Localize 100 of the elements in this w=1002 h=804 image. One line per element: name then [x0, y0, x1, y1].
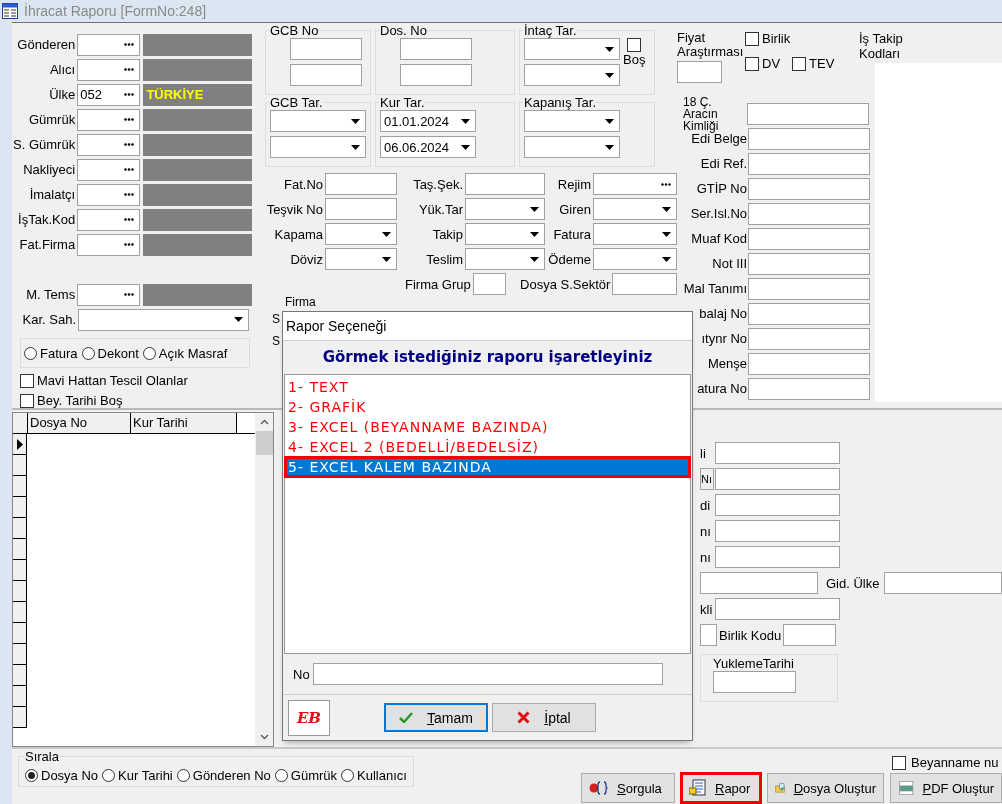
column-header[interactable]: Kur Tarihi [131, 413, 237, 433]
data-grid[interactable]: Dosya No Kur Tarihi [12, 412, 274, 747]
row-indicator[interactable] [13, 644, 27, 665]
logo-button[interactable]: EB [288, 699, 330, 736]
combo-box[interactable] [593, 223, 677, 245]
text-field[interactable] [748, 152, 870, 175]
date-picker[interactable]: 06.06.2024 [380, 136, 476, 158]
text-field[interactable] [748, 177, 870, 200]
radio-button[interactable] [24, 346, 37, 360]
text-field[interactable] [715, 494, 840, 516]
text-field[interactable] [715, 520, 840, 542]
text-field[interactable] [700, 624, 717, 646]
text-field[interactable] [472, 273, 507, 295]
date-picker[interactable] [270, 136, 366, 158]
checkbox[interactable] [627, 38, 642, 52]
checkbox[interactable] [20, 373, 34, 388]
text-field[interactable] [325, 198, 397, 220]
row-indicator[interactable] [13, 686, 27, 707]
report-option[interactable]: 2- GRAFİK [285, 397, 690, 417]
row-indicator[interactable] [13, 581, 27, 602]
scroll-thumb[interactable] [255, 431, 273, 455]
row-indicator[interactable] [13, 434, 27, 455]
row-indicator[interactable] [13, 455, 27, 476]
radio-button[interactable] [102, 768, 116, 782]
scrollbar[interactable] [255, 413, 273, 746]
combo-box[interactable] [593, 248, 677, 270]
text-field[interactable] [748, 202, 870, 225]
date-picker[interactable]: 01.01.2024 [380, 110, 476, 132]
checkbox[interactable] [745, 56, 759, 71]
date-picker[interactable] [524, 110, 620, 132]
combo-box[interactable] [465, 248, 545, 270]
text-field[interactable] [748, 302, 870, 325]
text-field[interactable] [715, 546, 840, 568]
text-field[interactable] [312, 663, 663, 685]
row-indicator[interactable] [13, 602, 27, 623]
row-indicator[interactable] [13, 476, 27, 497]
radio-button[interactable] [81, 346, 95, 360]
report-option[interactable]: 3- EXCEL (BEYANNAME BAZINDA) [285, 417, 690, 437]
row-indicator[interactable] [13, 497, 27, 518]
text-field[interactable] [748, 277, 870, 300]
text-field[interactable] [747, 102, 869, 125]
action-button[interactable]: Dosya Oluştur [767, 773, 884, 803]
text-field[interactable] [325, 173, 397, 195]
report-option[interactable]: 4- EXCEL 2 (BEDELLİ/BEDELSİZ) [285, 437, 690, 457]
date-picker[interactable] [524, 136, 620, 158]
row-indicator[interactable] [13, 665, 27, 686]
text-field[interactable] [748, 352, 870, 375]
dialog-button[interactable]: İptal [492, 703, 596, 732]
combo-box[interactable] [465, 198, 545, 220]
checkbox[interactable] [892, 755, 906, 770]
text-field[interactable] [748, 227, 870, 250]
date-picker[interactable] [524, 38, 620, 60]
radio-button[interactable] [25, 768, 38, 782]
text-field[interactable] [748, 377, 870, 400]
row-indicator[interactable] [13, 623, 27, 644]
lookup-field[interactable] [593, 173, 677, 195]
row-indicator[interactable] [13, 560, 27, 581]
text-field[interactable] [677, 61, 722, 83]
checkbox[interactable] [20, 393, 34, 408]
radio-button[interactable] [274, 768, 288, 782]
text-field[interactable] [700, 572, 818, 594]
group-title: Sırala [25, 749, 59, 764]
text-field[interactable] [400, 38, 472, 60]
report-option[interactable]: 5- EXCEL KALEM BAZINDA [285, 457, 690, 477]
field-label: Döviz [289, 251, 323, 267]
action-button[interactable]: Sorgula [581, 773, 675, 803]
checkbox[interactable] [792, 56, 807, 71]
checkbox[interactable] [745, 31, 759, 46]
combo-box[interactable] [465, 223, 545, 245]
text-field[interactable] [715, 468, 840, 490]
combo-box[interactable] [325, 248, 397, 270]
caret-icon [530, 206, 539, 212]
dialog-button[interactable]: Tamam [384, 703, 488, 732]
text-field[interactable] [290, 38, 362, 60]
text-field[interactable] [748, 252, 870, 275]
text-field[interactable] [715, 442, 840, 464]
text-field[interactable] [713, 671, 796, 693]
text-field[interactable] [884, 572, 1002, 594]
text-field[interactable] [400, 64, 472, 86]
text-field[interactable] [748, 327, 870, 350]
text-field[interactable] [465, 173, 545, 195]
report-option[interactable]: 1- TEXT [285, 377, 690, 397]
radio-button[interactable] [142, 346, 156, 360]
combo-box[interactable] [593, 198, 677, 220]
date-picker[interactable] [524, 64, 620, 86]
action-button[interactable]: PDF Oluştur [890, 773, 1002, 803]
radio-button[interactable] [176, 768, 190, 782]
date-picker[interactable] [270, 110, 366, 132]
text-field[interactable] [748, 127, 870, 150]
row-indicator[interactable] [13, 539, 27, 560]
radio-button[interactable] [341, 768, 355, 782]
row-indicator[interactable] [13, 707, 27, 728]
action-button[interactable]: Rapor [681, 773, 761, 803]
text-field[interactable] [783, 624, 837, 646]
text-field[interactable] [715, 598, 840, 620]
text-field[interactable] [612, 273, 677, 295]
text-field[interactable] [290, 64, 362, 86]
row-indicator[interactable] [13, 518, 27, 539]
column-header[interactable]: Dosya No [28, 413, 131, 433]
combo-box[interactable] [325, 223, 397, 245]
